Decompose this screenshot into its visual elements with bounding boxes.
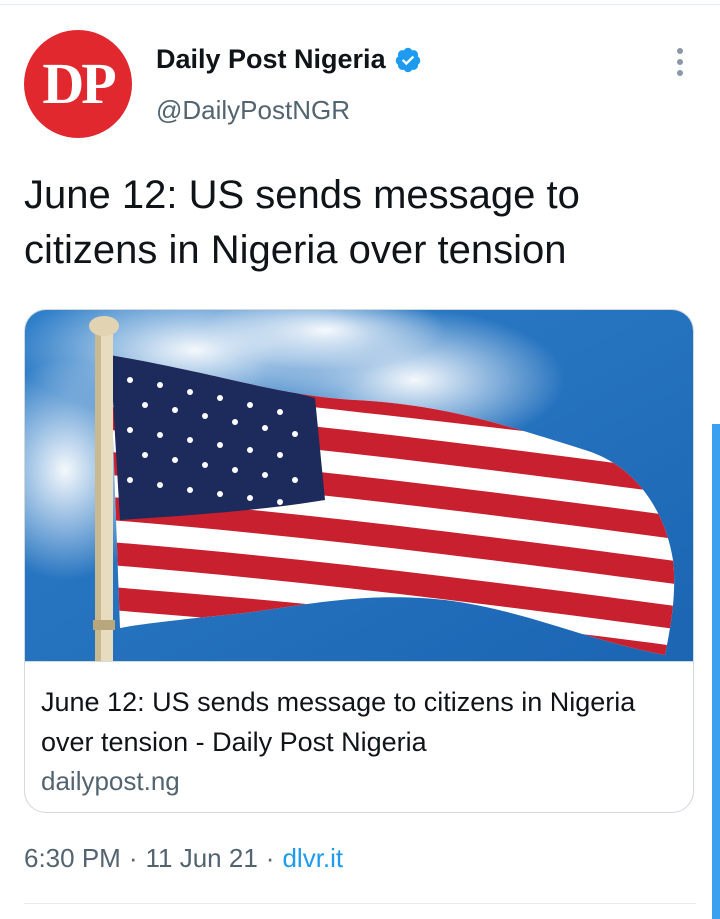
author-handle[interactable]: @DailyPostNGR bbox=[156, 95, 350, 126]
author-display-name[interactable]: Daily Post Nigeria bbox=[156, 44, 386, 75]
avatar[interactable]: DP bbox=[24, 30, 132, 138]
scrollbar[interactable] bbox=[712, 424, 720, 919]
tweet-date: 11 Jun 21 bbox=[145, 843, 258, 873]
top-divider bbox=[0, 4, 720, 5]
meta-separator: · bbox=[265, 843, 275, 873]
meta-separator: · bbox=[128, 843, 138, 873]
card-divider bbox=[25, 661, 693, 662]
verified-badge-icon bbox=[395, 47, 420, 72]
more-options-icon[interactable] bbox=[668, 48, 692, 76]
avatar-logo-text: DP bbox=[42, 51, 116, 116]
tweet-text: June 12: US sends message to citizens in… bbox=[24, 173, 580, 272]
card-title: June 12: US sends message to citizens in… bbox=[41, 687, 636, 757]
author-name-row: Daily Post Nigeria bbox=[156, 44, 422, 75]
card-domain: dailypost.ng bbox=[41, 766, 180, 796]
tweet-meta: 6:30 PM · 11 Jun 21 · dlvr.it bbox=[24, 843, 343, 874]
link-card[interactable]: June 12: US sends message to citizens in… bbox=[24, 309, 694, 813]
card-image-american-flag bbox=[25, 310, 693, 661]
tweet-source-link[interactable]: dlvr.it bbox=[282, 843, 343, 874]
tweet-time: 6:30 PM bbox=[24, 843, 121, 873]
bottom-divider bbox=[24, 903, 696, 904]
